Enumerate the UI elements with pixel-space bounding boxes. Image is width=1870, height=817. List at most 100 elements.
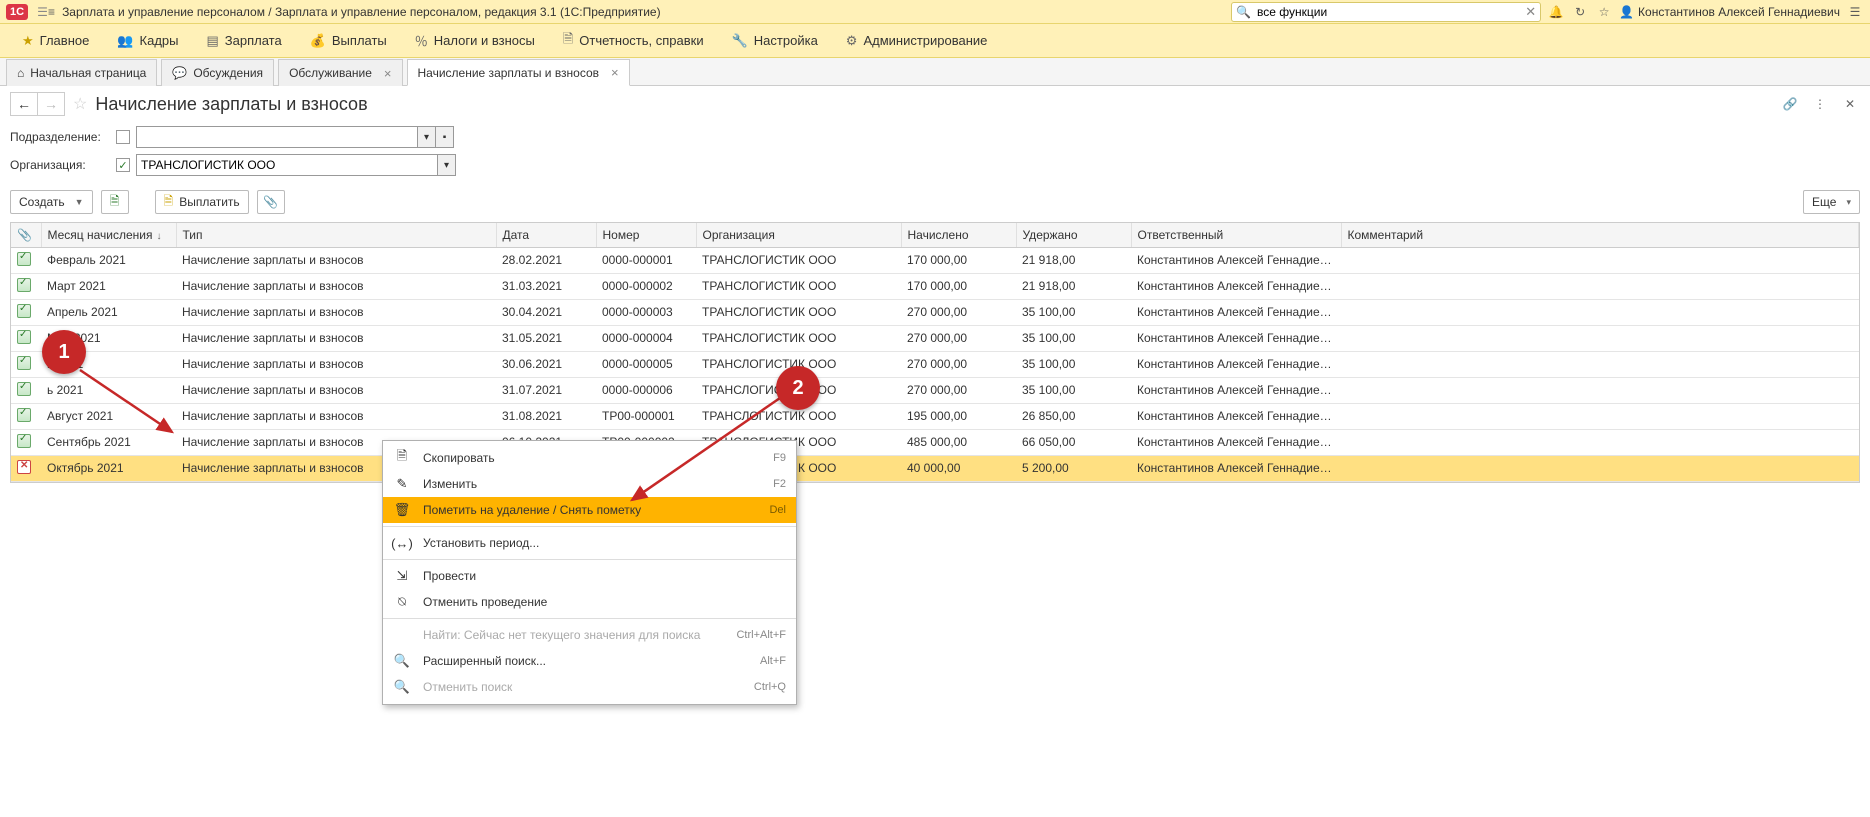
nav-item-1[interactable]: 👥Кадры xyxy=(103,24,192,57)
user-block[interactable]: 👤 Константинов Алексей Геннадиевич xyxy=(1619,5,1840,19)
doc-posted-icon xyxy=(17,304,31,318)
row-status-cell xyxy=(11,455,41,481)
close-icon[interactable]: × xyxy=(384,66,392,81)
col-attach[interactable]: 📎 xyxy=(11,223,41,247)
col-withheld[interactable]: Удержано xyxy=(1016,223,1131,247)
gear-icon: ⚙ xyxy=(846,33,858,49)
back-button[interactable]: ← xyxy=(10,92,38,116)
nav-item-2[interactable]: ▤Зарплата xyxy=(192,24,295,57)
menu-item-10[interactable]: 🔍Расширенный поиск...Alt+F xyxy=(383,648,796,674)
tab-1[interactable]: 💬Обсуждения xyxy=(161,59,274,86)
cell-org: ТРАНСЛОГИСТИК ООО xyxy=(696,299,901,325)
cell-accrued: 170 000,00 xyxy=(901,247,1016,273)
menu-item-7[interactable]: ⍉Отменить проведение xyxy=(383,589,796,615)
organization-checkbox[interactable]: ✓ xyxy=(116,158,130,172)
menu-shortcut: Ctrl+Alt+F xyxy=(736,629,786,641)
create-button[interactable]: Создать ▼ xyxy=(10,190,93,214)
cell-date: 31.05.2021 xyxy=(496,325,596,351)
nav-item-3[interactable]: 💰Выплаты xyxy=(296,24,401,57)
col-accrued[interactable]: Начислено xyxy=(901,223,1016,247)
table-row[interactable]: ь 2021Начисление зарплаты и взносов31.07… xyxy=(11,377,1859,403)
nav-item-0[interactable]: ★Главное xyxy=(8,24,103,57)
tab-2[interactable]: Обслуживание× xyxy=(278,59,402,86)
cell-resp: Константинов Алексей Геннадиевич xyxy=(1131,377,1341,403)
copy-icon: 🗎 xyxy=(393,447,411,469)
cell-withheld: 5 200,00 xyxy=(1016,455,1131,481)
star-icon[interactable]: ☆ xyxy=(1595,3,1613,21)
col-type[interactable]: Тип xyxy=(176,223,496,247)
close-icon[interactable]: × xyxy=(611,65,619,80)
cell-date: 31.07.2021 xyxy=(496,377,596,403)
organization-label: Организация: xyxy=(10,158,110,172)
table-row[interactable]: Сентябрь 2021Начисление зарплаты и взнос… xyxy=(11,429,1859,455)
forward-button[interactable]: → xyxy=(37,92,65,116)
table-row[interactable]: Август 2021Начисление зарплаты и взносов… xyxy=(11,403,1859,429)
menu-item-1[interactable]: ✎ИзменитьF2 xyxy=(383,471,796,497)
table-row[interactable]: Март 2021Начисление зарплаты и взносов31… xyxy=(11,273,1859,299)
nav-item-7[interactable]: ⚙Администрирование xyxy=(832,24,1002,57)
menu-label: Провести xyxy=(423,569,774,583)
more-button[interactable]: Еще ▾ xyxy=(1803,190,1860,214)
table-row[interactable]: Май 2021Начисление зарплаты и взносов31.… xyxy=(11,325,1859,351)
col-date[interactable]: Дата xyxy=(496,223,596,247)
bell-icon[interactable]: 🔔 xyxy=(1547,3,1565,21)
menu-label: Найти: Сейчас нет текущего значения для … xyxy=(423,628,724,642)
nav-label: Выплаты xyxy=(332,33,387,48)
nav-item-5[interactable]: 🗎Отчетность, справки xyxy=(549,24,718,57)
menu-label: Пометить на удаление / Снять пометку xyxy=(423,503,757,517)
cell-comment xyxy=(1341,429,1859,455)
pay-button[interactable]: 🗎 Выплатить xyxy=(155,190,249,214)
menu-item-4[interactable]: (↔)Установить период... xyxy=(383,530,796,556)
table-row[interactable]: Октябрь 2021Начисление зарплаты и взносо… xyxy=(11,455,1859,481)
panel-icon[interactable]: ☰ xyxy=(1846,3,1864,21)
table-row[interactable]: Апрель 2021Начисление зарплаты и взносов… xyxy=(11,299,1859,325)
menu-shortcut: F2 xyxy=(773,478,786,490)
close-page-icon[interactable]: ✕ xyxy=(1840,94,1860,114)
nav-item-4[interactable]: ％Налоги и взносы xyxy=(401,24,549,57)
kebab-icon[interactable]: ⋮ xyxy=(1810,94,1830,114)
col-number[interactable]: Номер xyxy=(596,223,696,247)
tab-3[interactable]: Начисление зарплаты и взносов× xyxy=(407,59,630,86)
cell-resp: Константинов Алексей Геннадиевич xyxy=(1131,455,1341,481)
cell-accrued: 40 000,00 xyxy=(901,455,1016,481)
organization-combo[interactable]: ▾ xyxy=(136,154,456,176)
link-icon[interactable]: 🔗 xyxy=(1780,94,1800,114)
subdivision-dropdown-icon[interactable]: ▾ xyxy=(417,127,435,147)
cell-month: Февраль 2021 xyxy=(41,247,176,273)
burger-icon[interactable]: ≡ xyxy=(37,3,55,21)
history-icon[interactable]: ↻ xyxy=(1571,3,1589,21)
clear-search-icon[interactable]: ✕ xyxy=(1525,4,1536,20)
cell-resp: Константинов Алексей Геннадиевич xyxy=(1131,429,1341,455)
copy-button[interactable]: 🗎 xyxy=(101,190,129,214)
cell-withheld: 66 050,00 xyxy=(1016,429,1131,455)
col-comment[interactable]: Комментарий xyxy=(1341,223,1859,247)
table-row[interactable]: ь 2021Начисление зарплаты и взносов30.06… xyxy=(11,351,1859,377)
app-title: Зарплата и управление персоналом / Зарпл… xyxy=(62,5,661,19)
col-responsible[interactable]: Ответственный xyxy=(1131,223,1341,247)
organization-input[interactable] xyxy=(137,155,437,175)
star-icon: ★ xyxy=(22,33,34,49)
global-search-input[interactable] xyxy=(1255,4,1525,20)
menu-item-2[interactable]: 🗑Пометить на удаление / Снять пометкуDel xyxy=(383,497,796,523)
subdivision-combo[interactable]: ▾ ▪ xyxy=(136,126,454,148)
pay-label: Выплатить xyxy=(179,195,240,209)
menu-item-6[interactable]: ⇲Провести xyxy=(383,563,796,589)
col-month[interactable]: Месяц начисления↓ xyxy=(41,223,176,247)
global-search[interactable]: 🔍 ✕ xyxy=(1231,2,1541,22)
col-org[interactable]: Организация xyxy=(696,223,901,247)
subdivision-input[interactable] xyxy=(137,127,417,147)
nav-label: Отчетность, справки xyxy=(579,33,703,48)
cell-type: Начисление зарплаты и взносов xyxy=(176,377,496,403)
tab-0[interactable]: ⌂Начальная страница xyxy=(6,59,157,86)
tab-label: Обсуждения xyxy=(193,66,263,80)
subdivision-select-icon[interactable]: ▪ xyxy=(435,127,453,147)
nav-item-6[interactable]: 🔧Настройка xyxy=(718,24,832,57)
attach-button[interactable]: 📎 xyxy=(257,190,285,214)
cell-accrued: 170 000,00 xyxy=(901,273,1016,299)
favorite-icon[interactable]: ☆ xyxy=(73,94,87,114)
subdivision-checkbox[interactable] xyxy=(116,130,130,144)
cell-withheld: 26 850,00 xyxy=(1016,403,1131,429)
organization-dropdown-icon[interactable]: ▾ xyxy=(437,155,455,175)
menu-item-0[interactable]: 🗎СкопироватьF9 xyxy=(383,445,796,471)
table-row[interactable]: Февраль 2021Начисление зарплаты и взносо… xyxy=(11,247,1859,273)
